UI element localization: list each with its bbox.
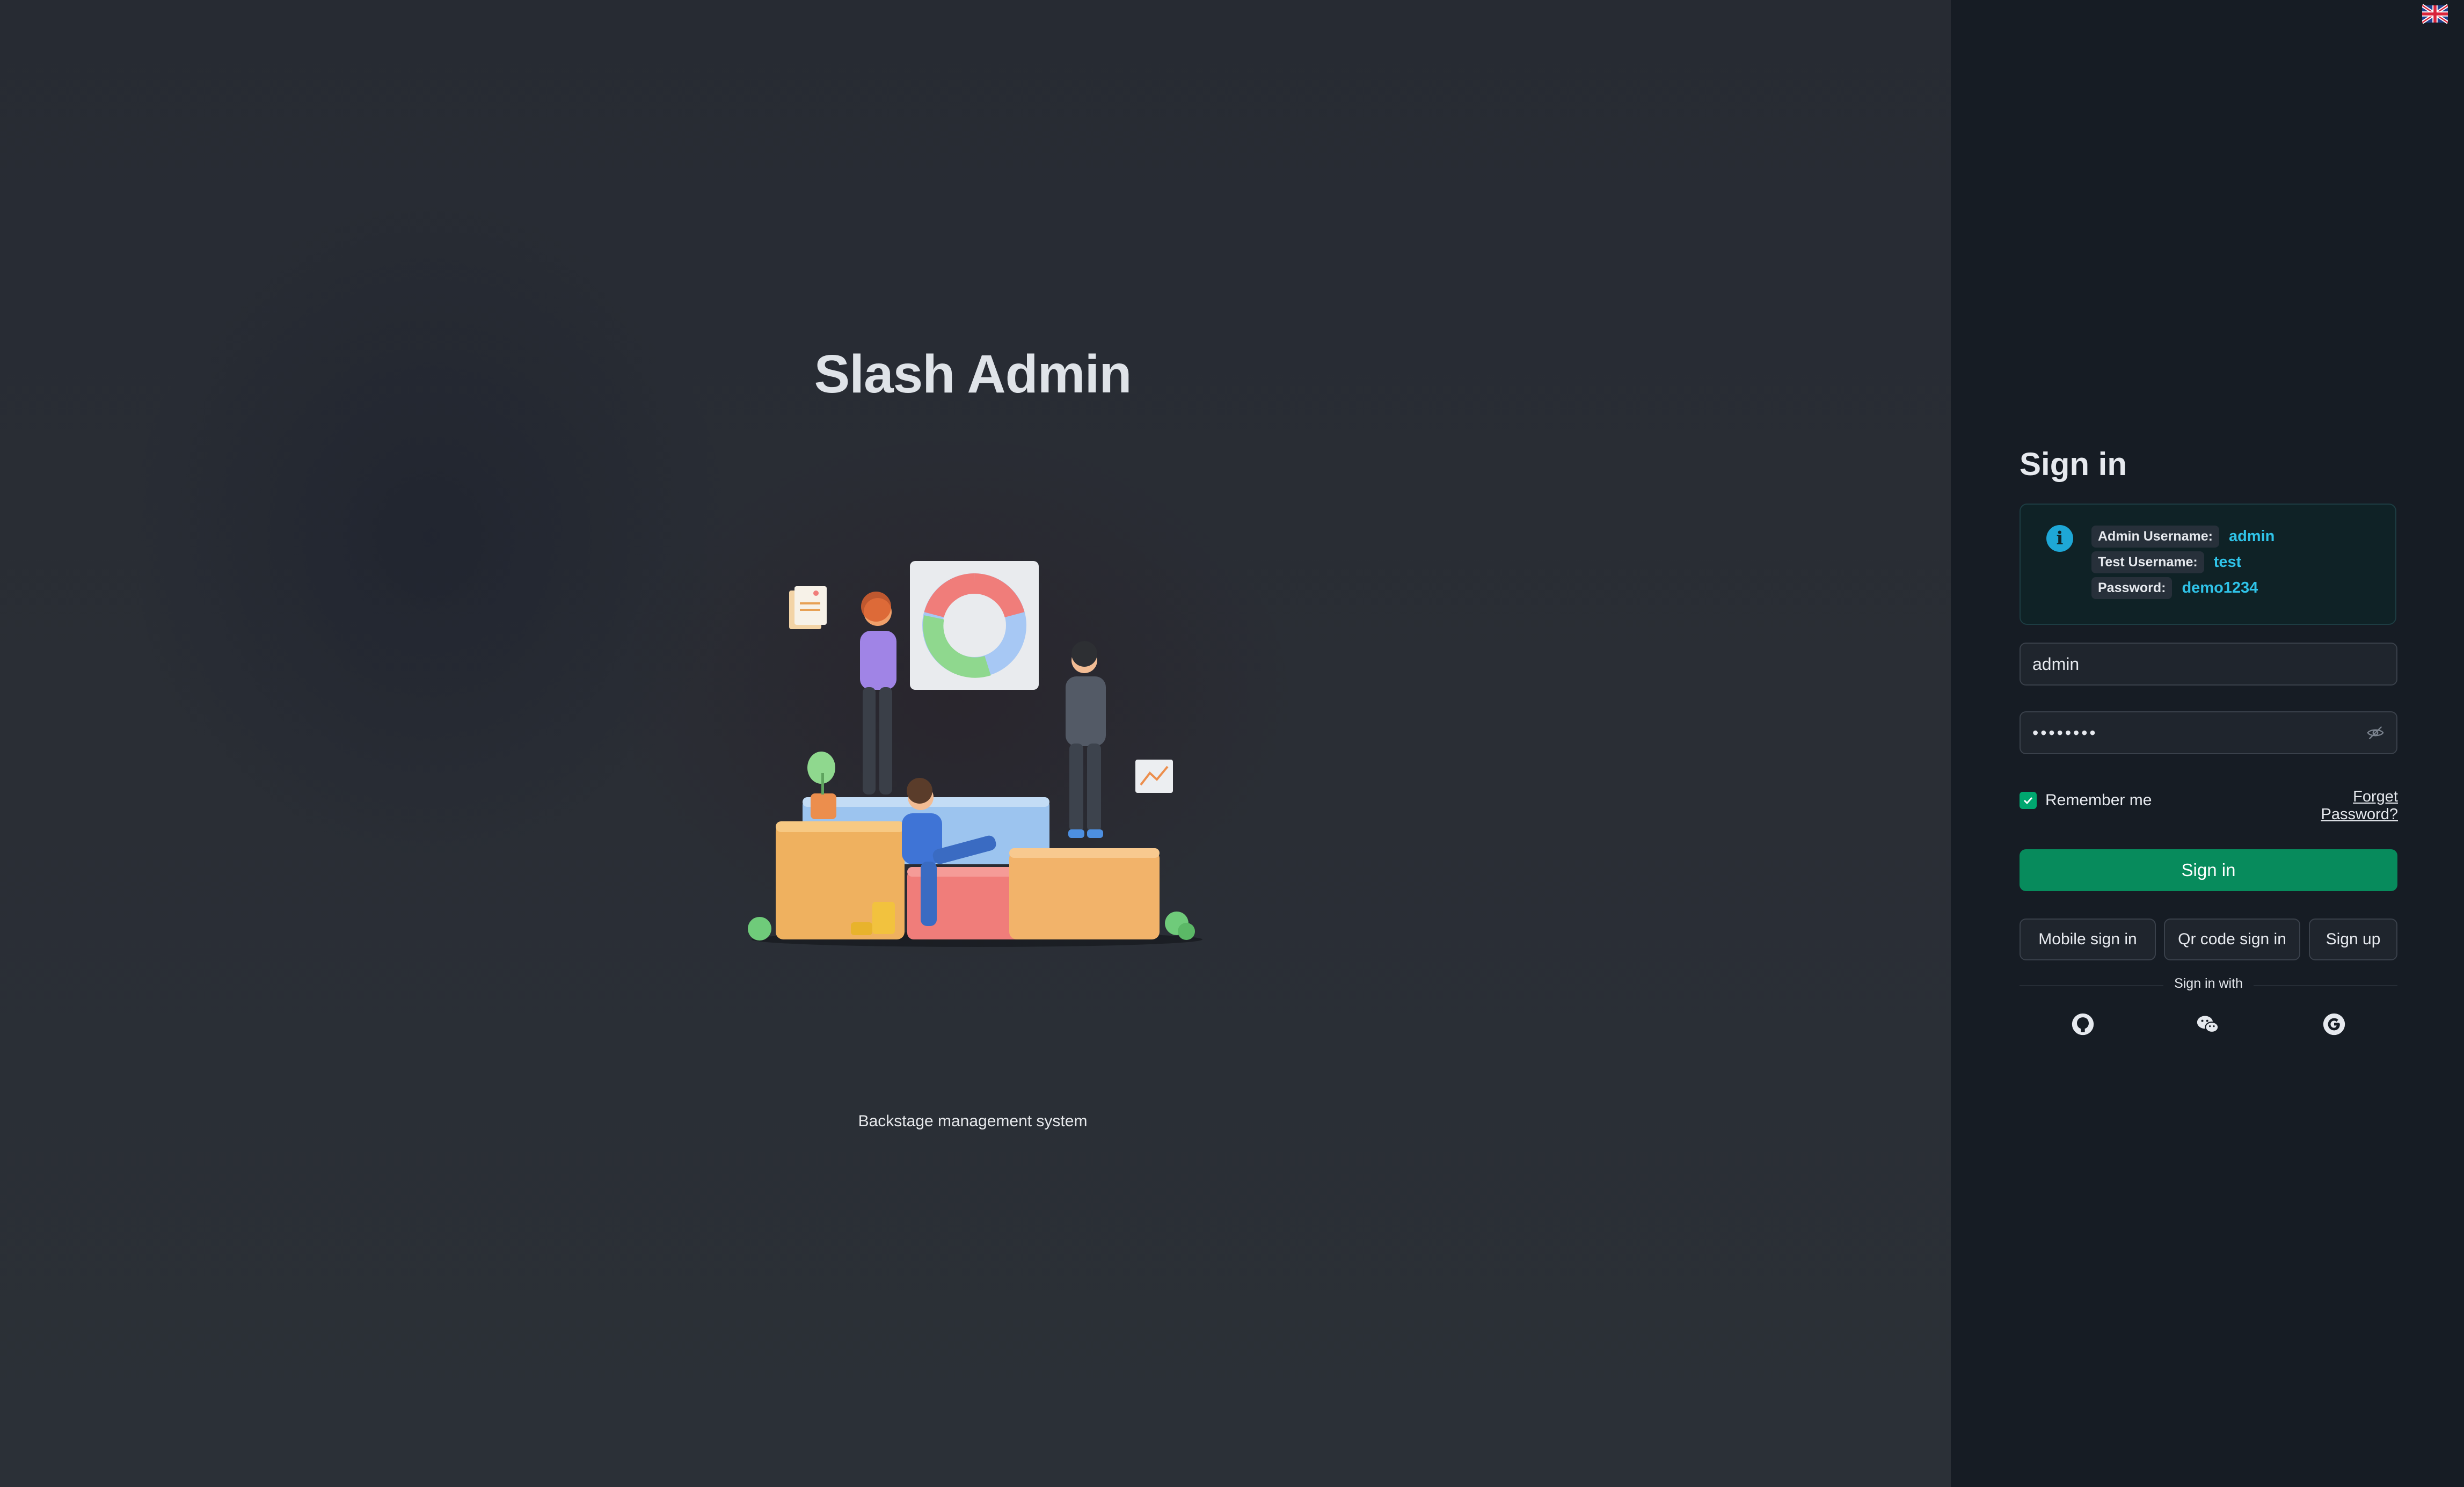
github-icon[interactable]	[2071, 1012, 2095, 1036]
password-value: demo1234	[2182, 579, 2258, 596]
brand-subtitle: Backstage management system	[858, 1112, 1088, 1130]
signin-title: Sign in	[2020, 446, 2127, 482]
eye-off-icon[interactable]	[2366, 724, 2385, 742]
qr-code-signin-button[interactable]: Qr code sign in	[2164, 919, 2300, 960]
brand-title: Slash Admin	[814, 344, 1132, 404]
password-row: Password: demo1234	[2091, 577, 2258, 599]
remember-me-checkbox[interactable]: Remember me	[2020, 791, 2152, 810]
test-username-value: test	[2213, 553, 2242, 571]
password-input[interactable]: ••••••••	[2020, 711, 2397, 754]
admin-username-value: admin	[2228, 527, 2275, 545]
admin-username-row: Admin Username: admin	[2091, 525, 2275, 548]
social-signin-label-text: Sign in with	[2163, 976, 2254, 991]
username-input[interactable]: admin	[2020, 643, 2397, 686]
demo-credentials-alert: i Admin Username: admin Test Username: t…	[2020, 504, 2396, 625]
admin-username-label: Admin Username:	[2091, 525, 2219, 548]
google-icon[interactable]	[2322, 1012, 2346, 1036]
password-label: Password:	[2091, 577, 2173, 599]
wechat-icon[interactable]	[2196, 1012, 2220, 1036]
checkbox-checked-icon[interactable]	[2020, 792, 2037, 809]
signup-button[interactable]: Sign up	[2309, 919, 2397, 960]
info-icon: i	[2046, 525, 2073, 552]
uk-flag-icon[interactable]	[2422, 3, 2448, 25]
social-signin-label: Sign in with	[2020, 976, 2397, 992]
remember-me-label: Remember me	[2045, 791, 2152, 809]
brand-panel: Slash Admin Backstage management system	[0, 0, 1951, 1487]
dashboard-illustration	[748, 561, 1202, 947]
forgot-password-link[interactable]: Forget Password?	[2273, 788, 2398, 823]
mobile-signin-button[interactable]: Mobile sign in	[2020, 919, 2156, 960]
signin-button[interactable]: Sign in	[2020, 849, 2397, 891]
test-username-row: Test Username: test	[2091, 551, 2241, 573]
test-username-label: Test Username:	[2091, 551, 2204, 573]
